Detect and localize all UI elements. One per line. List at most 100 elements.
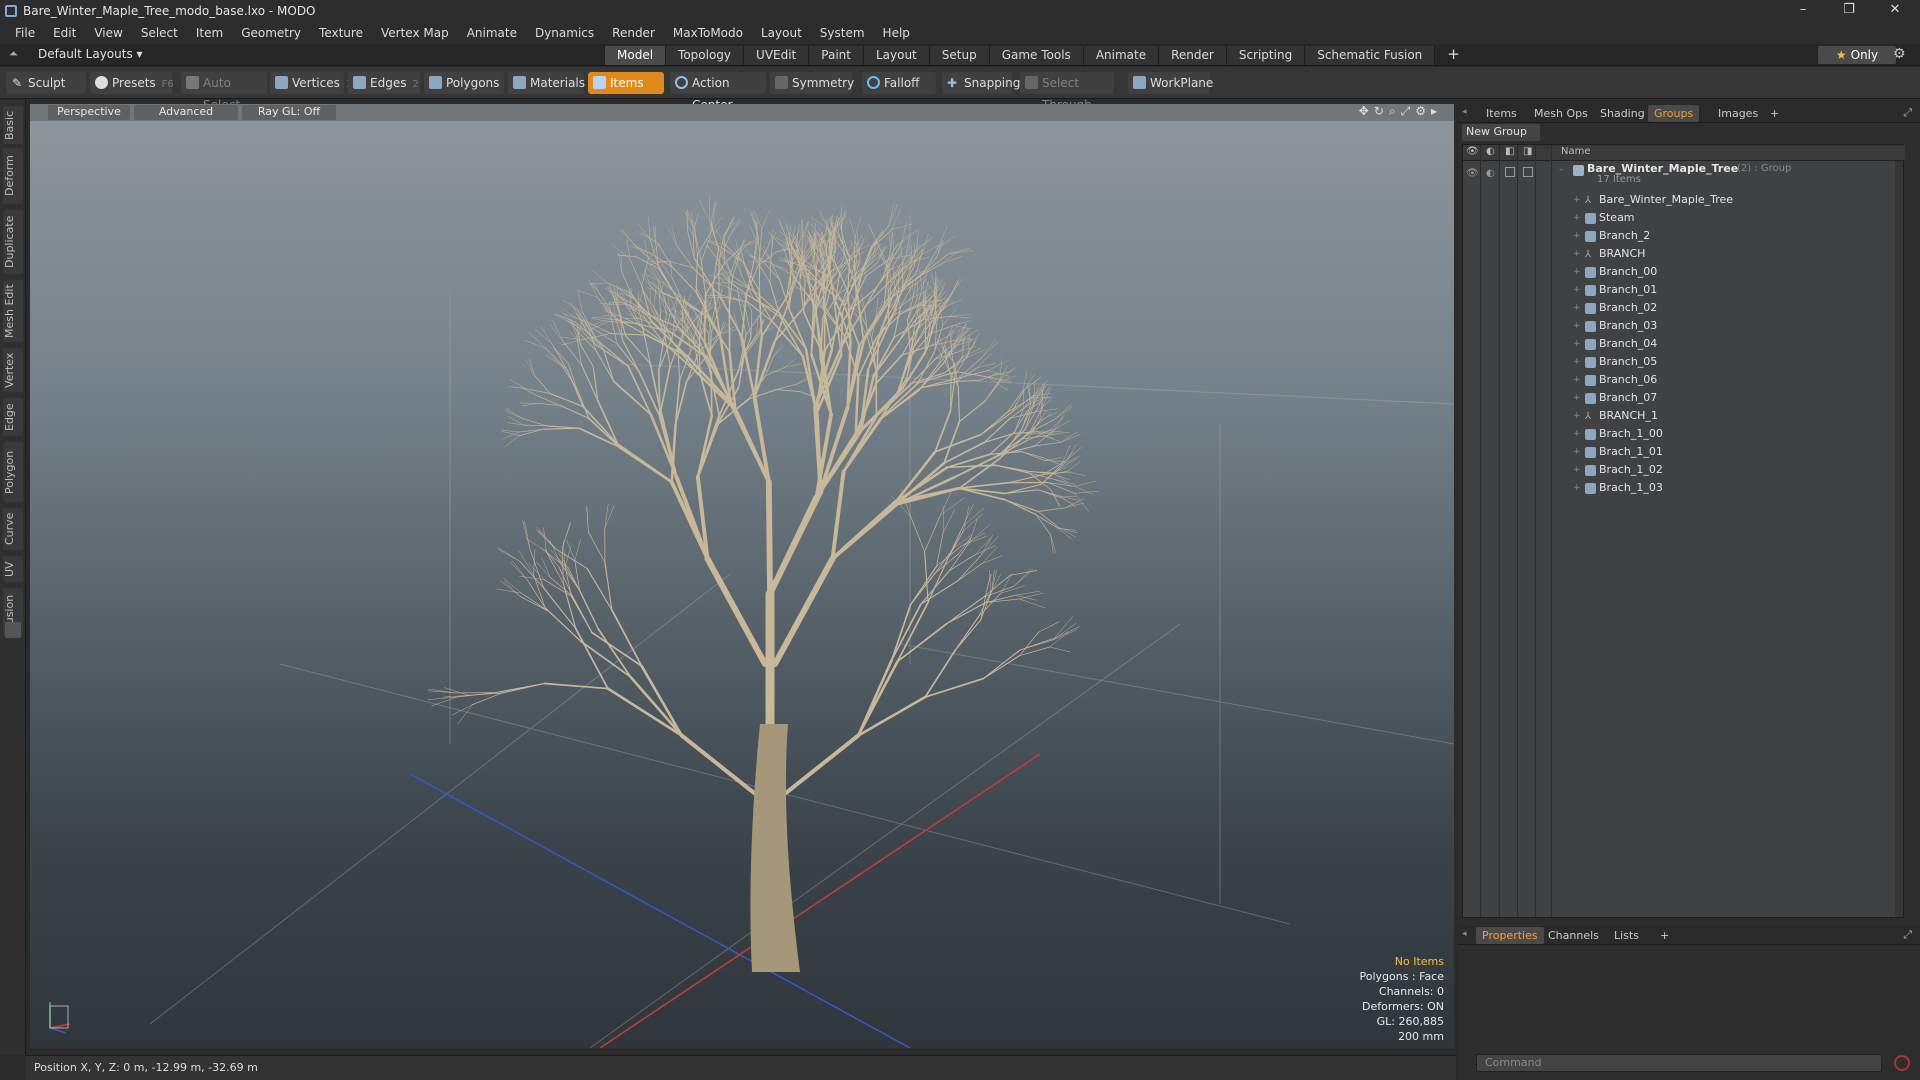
snapping-button[interactable]: ✚ Snapping — [942, 72, 1020, 94]
items-button[interactable]: Items — [588, 72, 664, 94]
collapse-icon[interactable]: ⏶ — [9, 47, 18, 61]
left-tab-polygon[interactable]: Polygon — [3, 442, 23, 502]
symmetry-button[interactable]: Symmetry — [770, 72, 854, 94]
tab-lists[interactable]: Lists — [1608, 927, 1645, 944]
command-input[interactable]: Command — [1476, 1054, 1882, 1072]
list-item[interactable]: + ⅄ BRANCH_1 — [1463, 407, 1905, 425]
tab-groups[interactable]: Groups — [1648, 105, 1700, 122]
left-tab-uv[interactable]: UV — [3, 556, 23, 582]
layout-selector[interactable]: Default Layouts ▾ — [38, 47, 143, 61]
close-button[interactable]: ✕ — [1872, 0, 1918, 22]
expand-icon[interactable]: + — [1573, 425, 1581, 443]
list-item[interactable]: + Branch_04 — [1463, 335, 1905, 353]
select-column-icon[interactable]: ◨ — [1523, 146, 1532, 157]
menu-dynamics[interactable]: Dynamics — [526, 26, 603, 40]
viewport-nav-icons[interactable]: ✥↻⌕⤢⚙▸ — [1359, 104, 1442, 119]
menu-render[interactable]: Render — [603, 26, 664, 40]
expand-icon[interactable]: + — [1573, 353, 1581, 371]
falloff-button[interactable]: Falloff — [862, 72, 936, 94]
select-through-button[interactable]: Select Through — [1020, 72, 1114, 112]
menu-view[interactable]: View — [85, 26, 131, 40]
list-item[interactable]: + Brach_1_02 — [1463, 461, 1905, 479]
add-layout-tab-button[interactable]: + — [1434, 46, 1472, 65]
tab-render[interactable]: Render — [1158, 46, 1226, 65]
tab-shading[interactable]: Shading — [1594, 105, 1651, 122]
tab-channels[interactable]: Channels — [1542, 927, 1605, 944]
action-center-button[interactable]: Action Center — [670, 72, 766, 112]
expand-icon[interactable]: + — [1573, 263, 1581, 281]
list-item[interactable]: + Branch_06 — [1463, 371, 1905, 389]
list-item[interactable]: + Brach_1_03 — [1463, 479, 1905, 497]
expand-icon[interactable]: + — [1573, 245, 1581, 263]
edges-button[interactable]: Edges 2 — [348, 72, 420, 94]
tab-mesh-ops[interactable]: Mesh Ops — [1528, 105, 1594, 122]
left-tab-edge[interactable]: Edge — [3, 398, 23, 436]
tab-items[interactable]: Items — [1480, 105, 1523, 122]
lock-checkbox[interactable] — [1505, 167, 1515, 177]
list-scrollbar[interactable] — [1895, 161, 1903, 917]
list-item[interactable]: + Branch_00 — [1463, 263, 1905, 281]
left-tab-duplicate[interactable]: Duplicate — [3, 210, 23, 274]
left-tab-mesh-edit[interactable]: Mesh Edit — [3, 280, 23, 342]
minimize-button[interactable]: – — [1780, 0, 1826, 22]
presets-button[interactable]: Presets F6 — [90, 72, 174, 94]
raygl-button[interactable]: Ray GL: Off — [242, 105, 336, 120]
gear-icon[interactable]: ⚙ — [1893, 46, 1906, 62]
expand-icon[interactable]: + — [1573, 317, 1581, 335]
list-item[interactable]: + Branch_03 — [1463, 317, 1905, 335]
panel-collapse-icon[interactable]: ◂ — [1462, 929, 1467, 939]
expand-icon[interactable]: + — [1573, 407, 1581, 425]
menu-select[interactable]: Select — [132, 26, 187, 40]
menu-vertex-map[interactable]: Vertex Map — [372, 26, 458, 40]
tab-model[interactable]: Model — [604, 46, 666, 65]
expand-icon[interactable]: + — [1573, 299, 1581, 317]
panel-toggle-button[interactable] — [5, 622, 21, 638]
maximize-button[interactable]: ❐ — [1826, 0, 1872, 22]
add-tab-button[interactable]: + — [1654, 927, 1675, 944]
expand-icon[interactable]: + — [1573, 389, 1581, 407]
menu-system[interactable]: System — [811, 26, 874, 40]
view-mode-button[interactable]: Perspective — [48, 105, 130, 120]
materials-button[interactable]: Materials — [508, 72, 585, 94]
expand-icon[interactable]: + — [1573, 281, 1581, 299]
menu-texture[interactable]: Texture — [310, 26, 372, 40]
add-tab-button[interactable]: + — [1764, 105, 1785, 122]
menu-item[interactable]: Item — [187, 26, 232, 40]
new-group-button[interactable]: New Group — [1462, 124, 1540, 141]
tab-setup[interactable]: Setup — [928, 46, 989, 65]
auto-select-button[interactable]: Auto Select — [181, 72, 267, 112]
visibility-column-icon[interactable]: 👁 — [1466, 146, 1479, 157]
list-item[interactable]: + Branch_2 — [1463, 227, 1905, 245]
tab-images[interactable]: Images — [1712, 105, 1764, 122]
list-item[interactable]: + Branch_02 — [1463, 299, 1905, 317]
group-row[interactable]: 👁 ◐ – Bare_Winter_Maple_Tree (2) : Group… — [1463, 161, 1905, 189]
visibility-eye-icon[interactable]: 👁 — [1466, 165, 1479, 183]
tab-animate[interactable]: Animate — [1082, 46, 1159, 65]
collapse-icon[interactable]: – — [1559, 161, 1564, 179]
expand-icon[interactable]: + — [1573, 461, 1581, 479]
list-item[interactable]: + Steam — [1463, 209, 1905, 227]
expand-icon[interactable]: + — [1573, 227, 1581, 245]
tab-properties[interactable]: Properties — [1476, 927, 1544, 944]
expand-icon[interactable]: + — [1573, 209, 1581, 227]
list-item[interactable]: + Branch_07 — [1463, 389, 1905, 407]
workplane-button[interactable]: WorkPlane — [1128, 72, 1213, 94]
expand-icon[interactable]: + — [1573, 371, 1581, 389]
left-tab-deform[interactable]: Deform — [3, 148, 23, 204]
only-toggle[interactable]: ★ Only — [1818, 46, 1896, 64]
list-item[interactable]: + ⅄ BRANCH — [1463, 245, 1905, 263]
list-item[interactable]: + Branch_01 — [1463, 281, 1905, 299]
expand-icon[interactable]: + — [1573, 479, 1581, 497]
shading-mode-button[interactable]: Advanced — [134, 105, 238, 120]
3d-viewport[interactable]: Perspective Advanced Ray GL: Off ✥↻⌕⤢⚙▸ … — [30, 104, 1454, 1048]
expand-icon[interactable]: + — [1573, 443, 1581, 461]
list-item[interactable]: + ⅄ Bare_Winter_Maple_Tree — [1463, 191, 1905, 209]
tab-layout[interactable]: Layout — [862, 46, 929, 65]
expand-panel-icon[interactable]: ⤢ — [1903, 106, 1912, 120]
sculpt-button[interactable]: ✎ Sculpt — [6, 72, 86, 94]
menu-file[interactable]: File — [6, 26, 44, 40]
tab-paint[interactable]: Paint — [808, 46, 863, 65]
menu-help[interactable]: Help — [874, 26, 919, 40]
tab-schematic-fusion[interactable]: Schematic Fusion — [1304, 46, 1435, 65]
left-tab-basic[interactable]: Basic — [3, 106, 23, 144]
